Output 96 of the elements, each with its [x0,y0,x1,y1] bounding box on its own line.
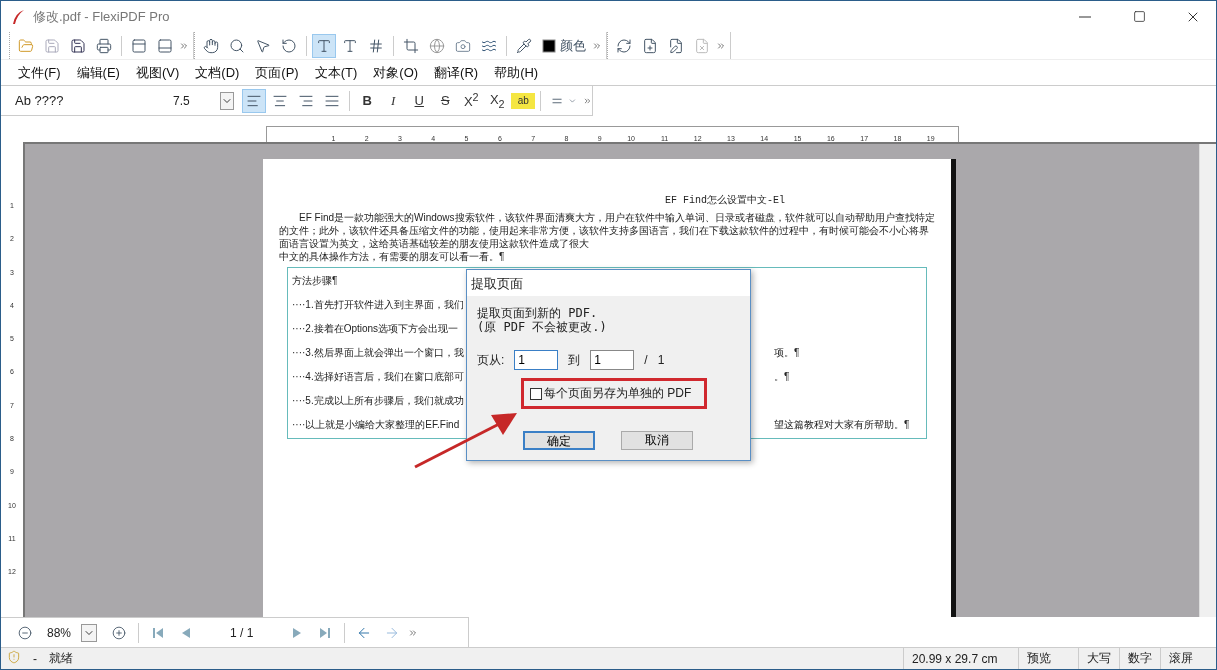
dialog-title: 提取页面 [467,270,750,296]
zoom-out-icon [18,625,32,640]
split-checkbox[interactable]: 每个页面另存为单独的 PDF [530,385,698,402]
minimize-icon [1079,15,1091,18]
num-indicator: 数字 [1119,647,1160,669]
vertical-scrollbar[interactable] [1199,144,1216,617]
paragraph: EF Find是一款功能强大的Windows搜索软件，该软件界面清爽大方，用户在软件中输入单词、日录或者磁盘，软件就可以自动帮助用户查找特定的文件；此外，该软件还具备压缩文件的功能，使用起来非常方便，该软件支持多国语言，我们在下载这款软件的过程中，有时候可能会不小心将界面语言设置为英文，这给英语基础较差的朋友使用这款软件造成了很大 [279,211,936,250]
dialog-button[interactable]: 取消 [621,431,693,450]
zoom-field[interactable]: 88% [41,625,78,640]
color-button[interactable]: 颜色 [538,33,590,58]
tool-button[interactable] [312,33,336,58]
format-button[interactable]: U [407,88,432,113]
next-icon [293,627,302,638]
format-button[interactable]: X$^{2}$ [459,88,484,113]
menu-item[interactable]: 文件(F) [11,60,68,85]
step-text: 。¶ [774,370,790,384]
last-page-icon [320,627,331,638]
more-icon [179,40,189,51]
menu-item[interactable]: 文本(T) [307,60,365,85]
camera-icon [455,37,471,54]
align-button[interactable] [242,88,267,113]
section-heading: 方法步骤¶ [292,274,338,288]
text-number-icon [368,37,384,54]
shield-icon [7,650,21,664]
font-size-field[interactable]: 7.5 [173,93,218,108]
menu-item[interactable]: 编辑(E) [69,60,127,85]
globe-icon [429,37,445,54]
window-title: 修改.pdf - FlexiPDF Pro [33,7,171,26]
refresh-icon [616,37,632,54]
menu-item[interactable]: 帮助(H) [487,60,546,85]
menu-item[interactable]: 页面(P) [248,60,306,85]
scroll-indicator: 滚屏 [1160,647,1201,669]
page-size: 20.99 x 29.7 cm [903,647,1018,669]
format-button[interactable]: I [381,88,406,113]
format-button[interactable]: ab [511,92,536,109]
text-icon [316,37,332,54]
to-label: 到 [568,351,581,369]
pointer-icon [255,37,271,54]
page-indicator[interactable]: 1 / 1 [202,625,282,640]
slash-text: / [644,353,648,367]
app-logo-icon [11,8,25,25]
step-text: ····以上就是小编给大家整理的EF.Find [292,418,461,432]
menu-item[interactable]: 视图(V) [128,60,187,85]
dialog-button[interactable]: 确定 [523,431,595,450]
format-button[interactable]: X$_{2}$ [485,88,510,113]
step-text: 项。¶ [774,346,800,360]
more-icon [408,627,419,638]
step-text: 望这篇教程对大家有所帮助。¶ [774,418,910,432]
caps-indicator: 大写 [1078,647,1119,669]
checkbox[interactable] [530,387,542,400]
dropdown-button[interactable] [81,623,98,642]
maximize-icon [1132,10,1146,23]
file-edit-icon [668,37,684,54]
from-field[interactable]: 1 [514,350,559,370]
menu-item[interactable]: 文档(D) [188,60,247,85]
status-state: - [32,651,38,666]
save-icon [70,37,86,54]
crop-icon [403,37,419,54]
format-button[interactable]: B [355,88,380,113]
dropdown-button[interactable] [219,91,235,110]
text-add-icon [342,37,358,54]
menu-item[interactable]: 对象(O) [366,60,426,85]
format-button[interactable]: S [433,88,458,113]
search-icon [229,37,245,54]
status-message: 就绪 [48,650,74,667]
to-field[interactable]: 1 [590,350,635,370]
first-page-icon [153,627,164,638]
eyedropper-icon [516,37,532,54]
panel-icon [131,37,147,54]
menu-item[interactable]: 翻译(R) [427,60,486,85]
more-icon [592,40,602,51]
from-label: 页从: [477,351,505,369]
swatch-icon [542,38,556,53]
previous-icon [182,627,191,638]
zoom-in-icon [112,625,127,640]
step-text: ····2.接着在Options选项下方会出现一 [292,322,460,336]
hand-icon [203,37,219,54]
file-delete-icon [694,37,710,54]
step-text: ····5.完成以上所有步骤后，我们就成功 [292,394,465,408]
step-text: ····3.然后界面上就会弹出一个窗口，我 [292,346,465,360]
more-icon [716,40,726,51]
view-mode: 预览 [1018,647,1078,669]
panel-icon [157,37,173,54]
paragraph: 中文的具体操作方法，有需要的朋友可以看一看。¶ [279,250,506,263]
font-name-field[interactable]: Ab ???? [9,93,171,108]
dialog-message: 提取页面到新的 PDF. [477,306,599,320]
dialog-message: (原 PDF 不会被更改.) [477,320,608,334]
file-plus-icon [642,37,658,54]
document-title: EF Find怎么设置中文-El [664,193,786,207]
print-icon [96,37,112,54]
step-text: ····4.选择好语言后，我们在窗口底部可 [292,370,465,384]
step-text: ····1.首先打开软件进入到主界面，我们 [292,298,465,312]
rotate-icon [281,37,297,54]
folder-icon [18,37,34,54]
page-total: 1 [657,353,665,367]
save-icon [44,37,60,54]
